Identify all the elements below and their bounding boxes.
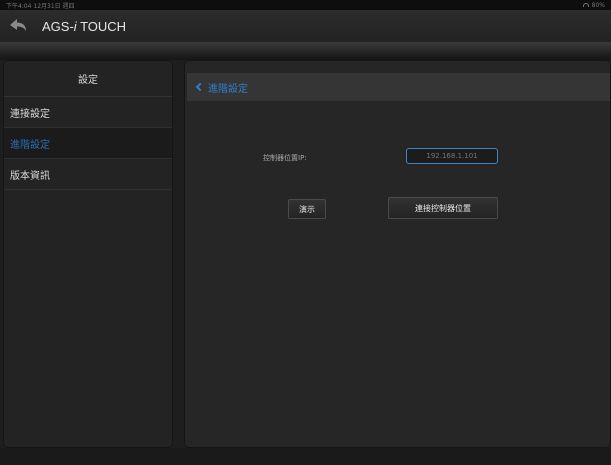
- ip-label: 控制器位置IP:: [263, 154, 307, 162]
- status-right: 80%: [582, 1, 605, 9]
- sidebar-item-advanced[interactable]: 進階設定: [4, 128, 172, 159]
- chevron-left-icon: [195, 82, 205, 92]
- connect-controller-button[interactable]: 連接控制器位置: [388, 197, 498, 219]
- app-title: AGS-i TOUCH: [42, 19, 126, 34]
- sidebar-item-version[interactable]: 版本資訊: [4, 159, 172, 190]
- status-bar: 下午4:04 12月31日 週四 80%: [0, 0, 611, 10]
- nav-bar: 進階設定: [187, 73, 610, 101]
- sidebar-title: 設定: [4, 61, 172, 97]
- app-header: AGS-i TOUCH: [0, 10, 611, 42]
- sidebar: 設定 連接設定 進階設定 版本資訊: [3, 60, 173, 448]
- demo-button[interactable]: 演示: [288, 199, 326, 219]
- status-time: 下午4:04 12月31日 週四: [6, 2, 75, 10]
- battery-level: 80%: [591, 1, 605, 9]
- bottom-bar: [0, 448, 611, 465]
- nav-back-label: 進階設定: [208, 83, 248, 95]
- nav-back-button[interactable]: 進階設定: [195, 80, 248, 95]
- back-arrow-icon[interactable]: [8, 17, 28, 35]
- header-band: [0, 42, 611, 60]
- ip-input[interactable]: [406, 148, 498, 164]
- app-title-prefix: AGS-: [42, 18, 74, 34]
- app-title-suffix: TOUCH: [76, 18, 127, 34]
- main-panel: 進階設定 控制器位置IP: 演示 連接控制器位置: [184, 60, 611, 448]
- wifi-icon: [582, 3, 589, 7]
- sidebar-item-connection[interactable]: 連接設定: [4, 97, 172, 128]
